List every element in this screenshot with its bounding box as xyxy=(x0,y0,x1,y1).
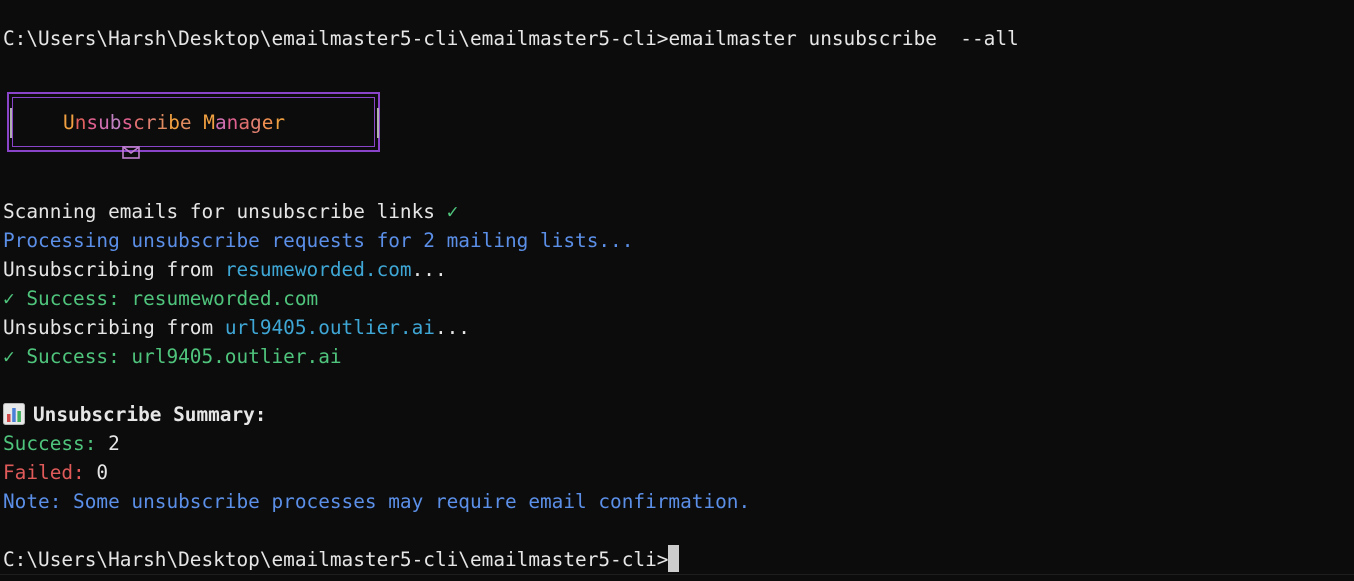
unsubscribing-line-2: Unsubscribing from url9405.outlier.ai... xyxy=(3,313,470,342)
unsub-prefix: Unsubscribing from xyxy=(3,316,225,339)
command-line-2[interactable]: C:\Users\Harsh\Desktop\emailmaster5-cli\… xyxy=(3,545,680,574)
banner-title-char: r xyxy=(144,111,157,134)
unsubscribe-manager-banner: Unsubscribe Manager xyxy=(7,92,380,159)
failed-label: Failed: xyxy=(3,461,85,484)
banner-title-char: s xyxy=(121,111,134,134)
unsub-domain: resumeworded.com xyxy=(224,258,412,281)
note-line: Note: Some unsubscribe processes may req… xyxy=(3,490,751,513)
prompt-path: C:\Users\Harsh\Desktop\emailmaster5-cli\… xyxy=(3,548,669,571)
summary-heading: Unsubscribe Summary: xyxy=(33,403,267,426)
unsub-suffix: ... xyxy=(411,258,447,281)
banner-title-char: u xyxy=(98,111,110,134)
prompt-path: C:\Users\Harsh\Desktop\emailmaster5-cli\… xyxy=(3,27,669,50)
bottom-divider xyxy=(0,574,1354,575)
scanning-line: Scanning emails for unsubscribe links ✓ xyxy=(3,197,458,226)
banner-title-char: g xyxy=(250,111,262,134)
banner-content: Unsubscribe Manager xyxy=(29,111,285,159)
summary-heading-line: Unsubscribe Summary: xyxy=(3,400,266,429)
banner-title: Unsubscribe Manager xyxy=(63,111,285,135)
banner-right-bar xyxy=(377,108,379,138)
banner-title-char: M xyxy=(203,111,215,134)
banner-title-char: U xyxy=(63,111,75,134)
banner-title-char: i xyxy=(156,111,169,134)
command-line-1: C:\Users\Harsh\Desktop\emailmaster5-cli\… xyxy=(3,24,1019,53)
banner-title-char: c xyxy=(133,111,145,134)
banner-title-char: n xyxy=(226,111,239,134)
unsubscribing-line-1: Unsubscribing from resumeworded.com... xyxy=(3,255,447,284)
command-text: emailmaster unsubscribe --all xyxy=(668,27,1019,50)
unsub-suffix: ... xyxy=(434,316,470,339)
banner-title-char: s xyxy=(86,111,99,134)
processing-line: Processing unsubscribe requests for 2 ma… xyxy=(3,229,634,252)
banner-title-char xyxy=(192,111,204,134)
banner-title-char: b xyxy=(109,111,122,134)
unsub-prefix: Unsubscribing from xyxy=(3,258,225,281)
banner-title-char: a xyxy=(214,111,227,134)
scanning-text: Scanning emails for unsubscribe links xyxy=(3,200,435,223)
success-count-line: Success: 2 xyxy=(3,429,120,458)
text-cursor[interactable] xyxy=(668,545,680,572)
banner-title-char: a xyxy=(238,111,250,134)
success-count: 2 xyxy=(108,432,120,455)
banner-title-char: e xyxy=(179,111,192,134)
success-line-1: ✓ Success: resumeworded.com xyxy=(3,287,319,310)
envelope-icon xyxy=(29,117,141,159)
banner-title-char: r xyxy=(273,111,286,134)
success-label: Success: xyxy=(3,432,97,455)
check-icon: ✓ xyxy=(446,200,459,223)
failed-count-line: Failed: 0 xyxy=(3,458,108,487)
failed-count: 0 xyxy=(96,461,109,484)
banner-title-char: e xyxy=(261,111,274,134)
unsub-domain: url9405.outlier.ai xyxy=(224,316,435,339)
success-line-2: ✓ Success: url9405.outlier.ai xyxy=(3,345,342,368)
banner-title-char: b xyxy=(168,111,180,134)
bar-chart-icon xyxy=(3,403,25,425)
banner-title-char: n xyxy=(74,111,87,134)
banner-left-bar xyxy=(10,108,12,138)
